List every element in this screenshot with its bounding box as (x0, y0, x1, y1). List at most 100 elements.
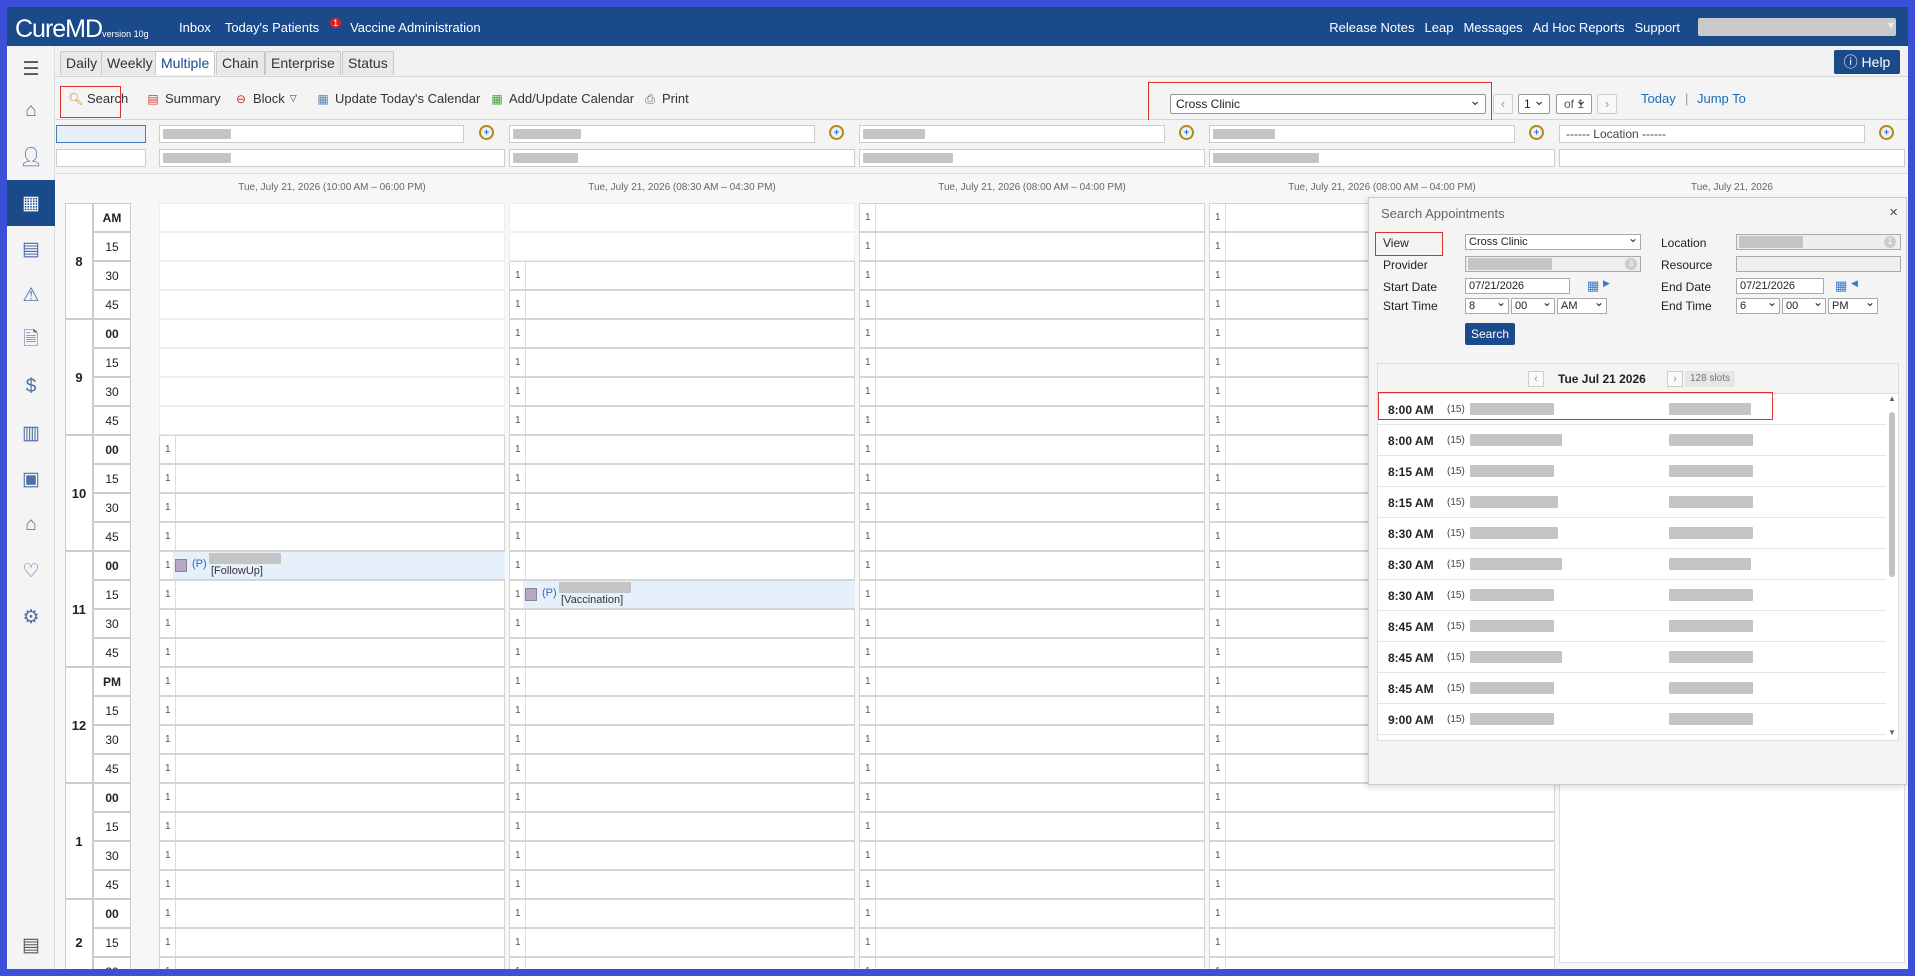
time-slot[interactable]: 1 (509, 464, 855, 493)
date-filter-input[interactable] (56, 125, 146, 143)
time-slot[interactable]: 1 (859, 348, 1205, 377)
time-slot[interactable]: 1 (859, 638, 1205, 667)
time-slot[interactable]: 1 (159, 493, 505, 522)
hamburger-menu-icon[interactable]: ☰ (7, 46, 55, 92)
print-button[interactable]: ⎙ Print (643, 91, 689, 106)
time-slot[interactable]: 1 (859, 377, 1205, 406)
jump-to-link[interactable]: Jump To (1697, 91, 1746, 106)
provider-input[interactable] (1465, 256, 1641, 272)
notes-icon[interactable]: ▤ (7, 922, 55, 968)
end-minute-select[interactable]: 00 (1782, 295, 1826, 314)
time-slot[interactable]: 1 (859, 435, 1205, 464)
panel-search-button[interactable]: Search (1465, 323, 1515, 345)
time-slot[interactable]: 1 (159, 609, 505, 638)
zoom-icon[interactable]: + (829, 125, 844, 140)
time-slot[interactable]: 1 (859, 232, 1205, 261)
result-slot-row[interactable]: 8:30 AM (15) (1378, 549, 1886, 580)
tab-status[interactable]: Status (342, 51, 394, 75)
clinic-building-icon[interactable]: ▣ (7, 456, 55, 502)
time-slot[interactable]: 1 (509, 290, 855, 319)
tab-daily[interactable]: Daily (60, 51, 104, 75)
date-filter-input-2[interactable] (56, 149, 146, 167)
time-slot[interactable]: 1 (159, 812, 505, 841)
resource-filter-3[interactable] (859, 149, 1205, 167)
patient-icon[interactable]: 👤︎ (7, 134, 55, 180)
alert-icon[interactable]: ⚠ (7, 272, 55, 318)
prev-day-button[interactable]: ‹ (1528, 371, 1544, 387)
time-slot[interactable]: 1 (859, 319, 1205, 348)
time-slot[interactable]: 1 (859, 870, 1205, 899)
time-slot[interactable]: 1 (509, 783, 855, 812)
close-icon[interactable]: × (1889, 204, 1898, 221)
help-button[interactable]: ⓘ Help (1834, 50, 1900, 74)
view-dropdown[interactable]: Cross Clinic (1465, 231, 1641, 250)
nav-vaccine-administration[interactable]: Vaccine Administration (350, 20, 481, 35)
time-slot[interactable]: 1 (159, 464, 505, 493)
time-slot[interactable]: 1 (159, 783, 505, 812)
time-slot[interactable]: 1 (159, 754, 505, 783)
time-slot[interactable]: 1 (509, 348, 855, 377)
tab-enterprise[interactable]: Enterprise (265, 51, 341, 75)
today-link[interactable]: Today (1641, 91, 1676, 106)
time-slot[interactable]: 1 (1209, 957, 1555, 969)
time-slot[interactable]: 1 (859, 899, 1205, 928)
results-scrollbar[interactable]: ▲ ▼ (1888, 394, 1896, 737)
user-menu-dropdown[interactable] (1698, 18, 1896, 36)
start-minute-select[interactable]: 00 (1511, 295, 1555, 314)
time-slot[interactable]: 1 (509, 551, 855, 580)
time-slot[interactable]: 1 (859, 290, 1205, 319)
time-slot[interactable]: 1 (859, 609, 1205, 638)
time-slot[interactable]: 1 (1209, 928, 1555, 957)
update-todays-calendar-button[interactable]: ▦ Update Today's Calendar (316, 91, 480, 106)
next-day-button[interactable]: › (1667, 371, 1683, 387)
time-slot[interactable]: 1 (159, 928, 505, 957)
time-slot[interactable]: 1 (509, 377, 855, 406)
home-health-icon[interactable]: ⌂ (7, 502, 55, 548)
time-slot[interactable]: 1 (509, 812, 855, 841)
time-slot[interactable]: 1 (859, 522, 1205, 551)
start-date-next-icon[interactable]: ▶ (1603, 278, 1610, 289)
home-icon[interactable]: ⌂ (7, 88, 55, 134)
heart-monitor-icon[interactable]: ♡ (7, 548, 55, 594)
time-slot[interactable]: 1 (159, 899, 505, 928)
time-slot[interactable]: 1 (159, 522, 505, 551)
zoom-icon[interactable]: + (479, 125, 494, 140)
time-slot[interactable]: 1 (509, 406, 855, 435)
time-slot[interactable]: 1 (859, 696, 1205, 725)
time-slot[interactable]: 1 (509, 522, 855, 551)
result-slot-row[interactable]: 8:45 AM (15) (1378, 611, 1886, 642)
time-slot[interactable]: 1 (159, 435, 505, 464)
time-slot[interactable]: 1 (859, 406, 1205, 435)
prev-page-button[interactable]: ‹ (1493, 94, 1513, 114)
time-slot[interactable]: 1 (159, 725, 505, 754)
resource-filter-4[interactable] (1209, 149, 1555, 167)
resource-filter-2[interactable] (509, 149, 855, 167)
time-slot[interactable]: 1 (859, 261, 1205, 290)
tab-chain[interactable]: Chain (216, 51, 265, 75)
start-hour-select[interactable]: 8 (1465, 295, 1509, 314)
time-slot[interactable]: 1 (509, 696, 855, 725)
time-slot[interactable]: 1 (509, 319, 855, 348)
time-slot[interactable]: 1 (509, 899, 855, 928)
appointment-block[interactable]: (P) [FollowUp] (173, 552, 505, 579)
result-slot-row[interactable]: 8:00 AM (15) (1378, 392, 1886, 425)
time-slot[interactable]: 1 (1209, 783, 1555, 812)
time-slot[interactable]: 1 (859, 928, 1205, 957)
time-slot[interactable]: 1 (509, 667, 855, 696)
zoom-icon[interactable]: + (1879, 125, 1894, 140)
time-slot[interactable]: 1 (509, 725, 855, 754)
time-slot[interactable]: 1 (1209, 870, 1555, 899)
time-slot[interactable]: 1 (859, 551, 1205, 580)
result-slot-row[interactable]: 8:45 AM (15) (1378, 642, 1886, 673)
time-slot[interactable]: 1 (859, 667, 1205, 696)
time-slot[interactable]: 1 (509, 841, 855, 870)
end-hour-select[interactable]: 6 (1736, 295, 1780, 314)
time-slot[interactable]: 1 (1209, 841, 1555, 870)
page-select[interactable]: 1 (1518, 91, 1550, 114)
calendar-icon[interactable]: ▦ (7, 180, 55, 226)
resource-filter-1[interactable] (159, 149, 505, 167)
time-slot[interactable]: 1 (859, 203, 1205, 232)
tab-weekly[interactable]: Weekly (101, 51, 159, 75)
time-slot[interactable]: 1 (859, 464, 1205, 493)
time-slot[interactable]: 1 (509, 957, 855, 969)
